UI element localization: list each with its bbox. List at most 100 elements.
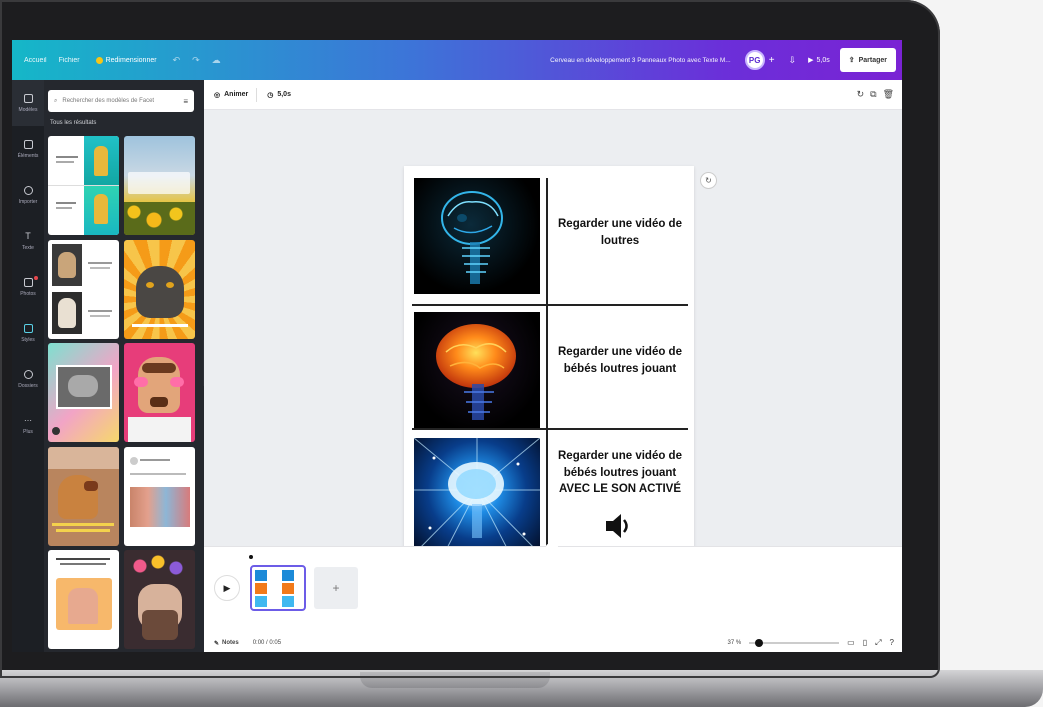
zoom-slider[interactable] — [749, 639, 840, 647]
template-thumbnail[interactable] — [124, 550, 195, 649]
screen: Accueil Fichier Redimensionner ↶ ↷ ☁ Cer… — [12, 40, 902, 652]
rail-item-templates[interactable]: Modèles — [12, 80, 44, 126]
animate-label: Animer — [224, 91, 249, 98]
share-icon: ⇪ — [848, 57, 855, 64]
zoom-controls: 37 % ▭ ▯ ⤢ ? — [727, 638, 894, 648]
notes-icon: ✎ — [214, 640, 220, 647]
rail-label: Plus — [23, 428, 33, 435]
fullscreen-icon[interactable]: ⤢ — [875, 638, 881, 648]
add-collaborator-icon[interactable]: + — [769, 55, 775, 66]
file-menu[interactable]: Fichier — [59, 57, 80, 64]
trash-icon[interactable]: 🗑 — [883, 89, 894, 100]
meme-text-2[interactable]: Regarder une vidéo de bébés loutres joua… — [550, 344, 690, 377]
status-bar: ✎ Notes 0:00 / 0:05 37 % ▭ ▯ ⤢ ? — [204, 635, 902, 651]
rail-label: Photos — [20, 290, 36, 297]
timeline: ▶ + ✎ Notes 0:00 / 0:05 37 % ▭ ▯ ⤢ ? — [204, 544, 902, 652]
cosmic-brain-graphic — [414, 438, 540, 554]
page-thumbnail[interactable] — [250, 565, 306, 611]
upload-icon — [23, 185, 33, 195]
playhead-marker[interactable] — [249, 555, 253, 559]
rail-item-photos[interactable]: Photos — [12, 264, 44, 310]
rail-item-upload[interactable]: Importer — [12, 172, 44, 218]
present-button[interactable]: ▶ 5,0s — [808, 56, 830, 65]
play-button[interactable]: ▶ — [214, 575, 240, 601]
zoom-slider-knob[interactable] — [755, 639, 764, 647]
meme-image-brain-2[interactable] — [414, 312, 540, 428]
duplicate-page-icon[interactable]: ⧉ — [870, 89, 876, 100]
pages-icon[interactable]: ▯ — [863, 638, 867, 648]
template-thumbnail[interactable] — [48, 136, 119, 235]
toolbar-divider — [256, 87, 258, 102]
meme-text-3[interactable]: Regarder une vidéo de bébés loutres joua… — [550, 448, 690, 498]
rail-label: Dossiers — [18, 382, 38, 389]
template-thumbnail[interactable] — [124, 447, 195, 546]
search-placeholder: Rechercher des modèles de Facet — [62, 98, 155, 104]
rail-item-text[interactable]: T Texte — [12, 218, 44, 264]
history-controls: ↶ ↷ ☁ — [173, 55, 221, 66]
share-button[interactable]: ⇪ Partager — [839, 48, 896, 72]
grid-view-icon[interactable]: ▭ — [847, 638, 855, 648]
rail-item-more[interactable]: ⋯ Plus — [12, 402, 44, 448]
template-thumbnail[interactable] — [48, 343, 119, 442]
cloud-save-icon[interactable]: ☁ — [212, 55, 221, 66]
meme-image-brain-1[interactable] — [414, 178, 540, 294]
template-thumbnail[interactable] — [48, 447, 119, 546]
rail-label: Texte — [22, 244, 34, 251]
share-label: Partager — [858, 56, 887, 64]
page-actions: ↻ ⧉ 🗑 — [857, 89, 894, 100]
notes-label: Notes — [222, 640, 239, 646]
refresh-page-icon[interactable]: ↻ — [700, 172, 717, 189]
results-label: Tous les résultats — [50, 120, 97, 126]
brush-icon — [23, 323, 33, 333]
download-icon[interactable]: ⇩ — [789, 55, 797, 66]
top-bar: Accueil Fichier Redimensionner ↶ ↷ ☁ Cer… — [12, 40, 902, 80]
rail-item-folders[interactable]: Dossiers — [12, 356, 44, 402]
home-link[interactable]: Accueil — [24, 57, 47, 64]
laptop-mockup: Accueil Fichier Redimensionner ↶ ↷ ☁ Cer… — [0, 0, 1043, 707]
panel-divider — [412, 304, 688, 306]
shapes-icon — [23, 139, 33, 149]
animate-icon: ◎ — [214, 91, 221, 99]
photo-icon — [23, 277, 33, 287]
notification-dot — [34, 276, 38, 280]
laptop-notch — [360, 672, 550, 688]
rail-item-styles[interactable]: Styles — [12, 310, 44, 356]
zoom-value[interactable]: 37 % — [727, 640, 741, 646]
animate-button[interactable]: ◎ Animer — [214, 91, 248, 99]
meme-text-1[interactable]: Regarder une vidéo de loutres — [550, 216, 690, 249]
refresh-icon[interactable]: ↻ — [857, 89, 865, 100]
filter-icon[interactable]: ≡ — [183, 97, 188, 106]
text-icon: T — [25, 230, 31, 241]
view-controls: ▭ ▯ ⤢ ? — [847, 638, 894, 648]
editor-workarea: ◎ Animer ◷ 5,0s ↻ ⧉ 🗑 Regarder une vidéo… — [204, 80, 902, 652]
notes-button[interactable]: ✎ Notes — [214, 640, 239, 647]
meme-image-brain-3[interactable] — [414, 438, 540, 554]
redo-icon[interactable]: ↷ — [192, 55, 200, 66]
template-thumbnail[interactable] — [124, 136, 195, 235]
rail-label: Styles — [21, 336, 35, 343]
document-title[interactable]: Cerveau en développement 3 Panneaux Phot… — [550, 57, 731, 64]
undo-icon[interactable]: ↶ — [173, 55, 181, 66]
add-page-button[interactable]: + — [314, 567, 358, 609]
timeline-resize-handle[interactable] — [546, 544, 558, 549]
help-icon[interactable]: ? — [890, 638, 894, 648]
templates-panel: ⌕ Rechercher des modèles de Facet ≡ Tous… — [44, 80, 204, 652]
present-duration: 5,0s — [816, 56, 830, 64]
resize-button[interactable]: Redimensionner — [95, 56, 157, 64]
template-thumbnail[interactable] — [124, 343, 195, 442]
rail-item-elements[interactable]: Éléments — [12, 126, 44, 172]
layout-icon — [23, 93, 33, 103]
crown-icon — [95, 56, 103, 64]
template-thumbnail[interactable] — [124, 240, 195, 339]
duration-button[interactable]: ◷ 5,0s — [267, 91, 291, 99]
avatar[interactable]: PG — [744, 50, 765, 70]
template-thumbnail[interactable] — [48, 240, 119, 339]
rail-label: Éléments — [17, 152, 39, 159]
duration-label: 5,0s — [277, 91, 291, 98]
play-icon: ▶ — [808, 57, 814, 64]
template-thumbnail[interactable] — [48, 550, 119, 649]
search-input[interactable]: ⌕ Rechercher des modèles de Facet ≡ — [48, 90, 194, 112]
more-icon: ⋯ — [24, 415, 32, 425]
design-page[interactable]: Regarder une vidéo de loutres Regarder u… — [404, 166, 694, 565]
search-icon: ⌕ — [54, 97, 58, 104]
